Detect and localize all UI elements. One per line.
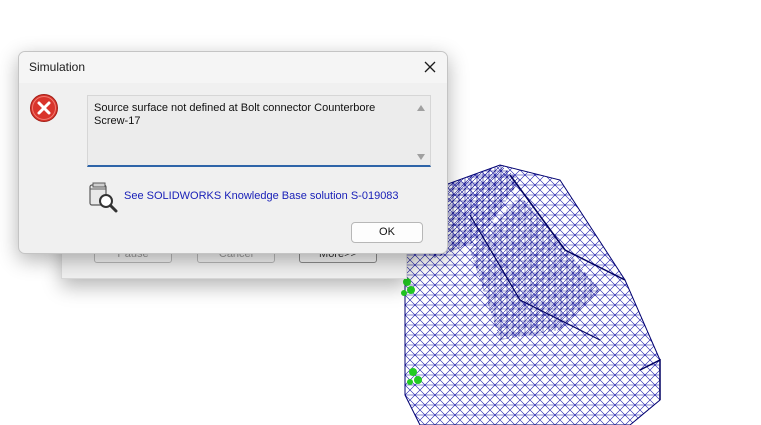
error-icon [30, 94, 58, 122]
knowledge-base-link[interactable]: See SOLIDWORKS Knowledge Base solution S… [124, 190, 399, 202]
scroll-down-arrow-icon[interactable] [416, 153, 426, 161]
dialog-titlebar: Simulation [19, 52, 447, 83]
ok-button[interactable]: OK [351, 222, 423, 243]
simulation-error-dialog: Simulation Source surface not defined at… [18, 51, 448, 254]
message-textbox[interactable]: Source surface not defined at Bolt conne… [87, 95, 431, 167]
knowledge-base-search-icon [89, 182, 118, 213]
dialog-title: Simulation [29, 60, 86, 74]
error-message: Source surface not defined at Bolt conne… [94, 102, 376, 127]
scroll-up-arrow-icon[interactable] [416, 104, 426, 112]
close-icon [424, 61, 436, 73]
close-button[interactable] [417, 55, 443, 79]
